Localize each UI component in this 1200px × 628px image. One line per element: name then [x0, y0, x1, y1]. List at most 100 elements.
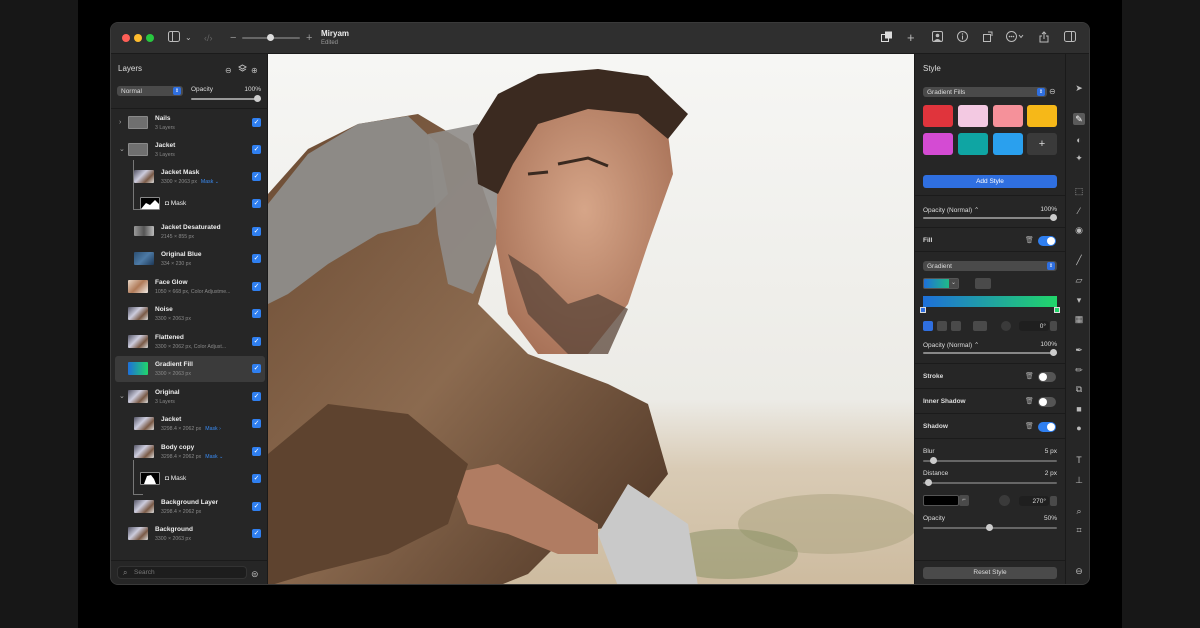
- distance-value[interactable]: 2 px: [1025, 470, 1057, 477]
- zoom-out-icon[interactable]: −: [230, 31, 236, 45]
- sparkle-icon[interactable]: ✦: [1073, 152, 1085, 164]
- visibility-checkbox[interactable]: ✓: [252, 199, 261, 208]
- add-style-button[interactable]: Add Style: [923, 175, 1057, 188]
- visibility-checkbox[interactable]: ✓: [252, 254, 261, 263]
- gradient-preset-picker[interactable]: ⌄: [923, 278, 959, 289]
- color-select-icon[interactable]: ◉: [1073, 224, 1085, 236]
- info-icon[interactable]: [957, 31, 968, 46]
- style-opacity-slider[interactable]: [923, 214, 1057, 221]
- shadow-angle-input[interactable]: 270°: [1019, 496, 1049, 506]
- fill-opacity-label[interactable]: Opacity (Normal) ⌃: [923, 341, 979, 349]
- layer-row-noise[interactable]: Noise 3300 × 2063 px ✓: [115, 301, 265, 327]
- trash-icon[interactable]: 🗑: [1025, 236, 1034, 244]
- swatch-magenta[interactable]: [923, 133, 953, 155]
- blend-mode-select[interactable]: Normal ⇕: [117, 86, 183, 96]
- angle-gradient-button[interactable]: [951, 321, 961, 331]
- inner-shadow-toggle[interactable]: [1038, 397, 1056, 407]
- add-layer-icon[interactable]: ⊕: [251, 64, 258, 78]
- layer-row-body-mask[interactable]: ◘ Mask ✓: [115, 466, 265, 492]
- arrange-icon[interactable]: [881, 31, 893, 47]
- blur-value[interactable]: 5 px: [1025, 448, 1057, 455]
- mask-dropdown[interactable]: Mask ⌄: [205, 454, 223, 460]
- gradient-stop-start[interactable]: [920, 307, 926, 313]
- type-on-path-icon[interactable]: ⊥: [1073, 474, 1085, 486]
- color-adjust-icon[interactable]: ◐: [1073, 134, 1085, 146]
- trash-icon[interactable]: 🗑: [1025, 397, 1034, 405]
- mask-dropdown[interactable]: Mask ›: [205, 426, 221, 432]
- layer-row-original-group[interactable]: ⌄ Original 3 Layers ✓: [115, 384, 265, 410]
- rectangle-icon[interactable]: ■: [1073, 403, 1085, 415]
- minus-circle-icon[interactable]: ⊖: [225, 64, 232, 78]
- sidebar-toggle-icon[interactable]: [168, 31, 180, 46]
- portrait-icon[interactable]: [932, 31, 943, 46]
- crop-icon[interactable]: ⌗: [1073, 524, 1085, 536]
- visibility-checkbox[interactable]: ✓: [252, 337, 261, 346]
- visibility-checkbox[interactable]: ✓: [252, 419, 261, 428]
- visibility-checkbox[interactable]: ✓: [252, 282, 261, 291]
- visibility-checkbox[interactable]: ✓: [252, 227, 261, 236]
- gradient-angle-input[interactable]: 0°: [1019, 321, 1049, 331]
- swatch-red[interactable]: [923, 105, 953, 127]
- stroke-toggle[interactable]: [1038, 372, 1056, 382]
- layer-row-background[interactable]: Background 3300 × 2063 px ✓: [115, 521, 265, 547]
- visibility-checkbox[interactable]: ✓: [252, 502, 261, 511]
- layer-row-jacket-mask[interactable]: Jacket Mask 3300 × 2063 px Mask ⌄ ✓: [115, 164, 265, 190]
- share-icon[interactable]: [1039, 31, 1049, 47]
- reverse-gradient-button[interactable]: [973, 321, 987, 331]
- more-options-icon[interactable]: [1006, 31, 1024, 46]
- radial-gradient-button[interactable]: [937, 321, 947, 331]
- layer-row-face-glow[interactable]: Face Glow 1050 × 668 px, Color Adjustme.…: [115, 274, 265, 300]
- layer-row-gradient-fill[interactable]: Gradient Fill 3300 × 2063 px ✓: [115, 356, 265, 382]
- opacity-label[interactable]: Opacity (Normal) ⌃: [923, 206, 979, 214]
- layer-row-jacket[interactable]: Jacket 3298.4 × 2062 px Mask › ✓: [115, 411, 265, 437]
- layer-opacity-slider[interactable]: [191, 95, 261, 102]
- stepper[interactable]: [1050, 321, 1057, 331]
- visibility-checkbox[interactable]: ✓: [252, 145, 261, 154]
- marquee-select-icon[interactable]: ⬚: [1073, 185, 1085, 197]
- swatch-salmon[interactable]: [993, 105, 1023, 127]
- paint-bucket-icon[interactable]: ▾: [1073, 294, 1085, 306]
- shape-combine-icon[interactable]: ⧉: [1073, 383, 1085, 395]
- visibility-checkbox[interactable]: ✓: [252, 529, 261, 538]
- gradient-bar[interactable]: [923, 296, 1057, 307]
- image-canvas[interactable]: [268, 54, 914, 584]
- more-tools-icon[interactable]: ⊖: [1073, 565, 1085, 577]
- layer-row-body-copy[interactable]: Body copy 3298.4 × 2062 px Mask ⌄ ✓: [115, 439, 265, 465]
- zoom-slider[interactable]: [242, 34, 300, 41]
- layer-row-jacket-desaturated[interactable]: Jacket Desaturated 2145 × 855 px ✓: [115, 219, 265, 245]
- pen-icon[interactable]: ✒: [1073, 344, 1085, 356]
- add-swatch-button[interactable]: +: [1027, 133, 1057, 155]
- inspector-toggle-icon[interactable]: [1064, 31, 1076, 46]
- layer-row-flattened[interactable]: Flattened 3300 × 2062 px, Color Adjust..…: [115, 329, 265, 355]
- gradient-options-button[interactable]: [975, 278, 991, 289]
- mask-dropdown[interactable]: Mask ⌄: [201, 179, 219, 185]
- style-brush-icon[interactable]: ✎: [1073, 113, 1085, 125]
- code-brackets-icon[interactable]: ‹/›: [204, 31, 213, 45]
- stepper[interactable]: [1050, 496, 1057, 506]
- swatch-yellow[interactable]: [1027, 105, 1057, 127]
- zoom-window-button[interactable]: [146, 34, 154, 42]
- shadow-opacity-value[interactable]: 50%: [1025, 515, 1057, 522]
- chevron-down-icon[interactable]: ⌄: [119, 145, 125, 153]
- visibility-checkbox[interactable]: ✓: [252, 392, 261, 401]
- ellipse-icon[interactable]: ●: [1073, 422, 1085, 434]
- layer-row-nails[interactable]: › Nails 3 Layers ✓: [115, 110, 265, 136]
- fill-opacity-slider[interactable]: [923, 349, 1057, 356]
- swatch-blue[interactable]: [993, 133, 1023, 155]
- distance-slider[interactable]: [923, 479, 1057, 486]
- shadow-color-well[interactable]: [923, 495, 959, 506]
- add-icon[interactable]: +: [907, 31, 915, 45]
- trash-icon[interactable]: 🗑: [1025, 422, 1034, 430]
- layer-row-original-blue[interactable]: Original Blue 334 × 230 px ✓: [115, 246, 265, 272]
- shadow-opacity-slider[interactable]: [923, 524, 1057, 531]
- visibility-checkbox[interactable]: ✓: [252, 118, 261, 127]
- chevron-right-icon[interactable]: ›: [119, 119, 121, 126]
- paint-brush-icon[interactable]: ╱: [1073, 254, 1085, 266]
- filter-icon[interactable]: ⊜: [251, 567, 259, 581]
- trash-icon[interactable]: 🗑: [1025, 372, 1034, 380]
- zoom-in-icon[interactable]: +: [306, 31, 312, 45]
- minus-circle-icon[interactable]: ⊖: [1049, 85, 1056, 99]
- gradient-tool-icon[interactable]: ▦: [1073, 313, 1085, 325]
- blur-slider[interactable]: [923, 457, 1057, 464]
- visibility-checkbox[interactable]: ✓: [252, 474, 261, 483]
